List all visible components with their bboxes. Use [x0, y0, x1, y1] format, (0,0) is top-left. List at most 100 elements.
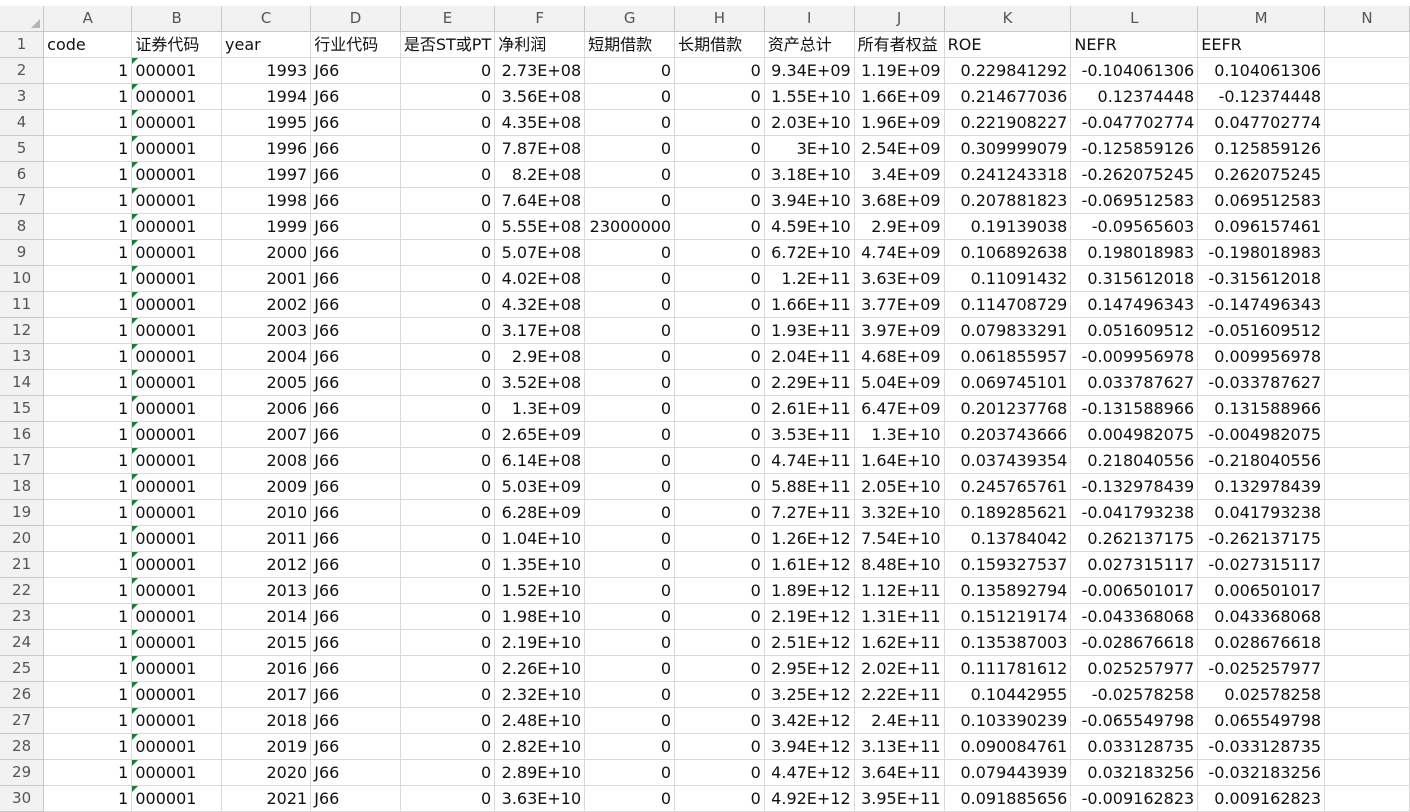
- cell[interactable]: 1996: [221, 135, 312, 162]
- cell[interactable]: 1: [43, 603, 133, 630]
- cell[interactable]: 3.42E+12: [764, 707, 855, 734]
- cell[interactable]: 7.27E+11: [764, 499, 855, 526]
- cell[interactable]: 0.033787627: [1070, 369, 1199, 396]
- cell[interactable]: 0.262137175: [1070, 525, 1199, 552]
- cell[interactable]: [1324, 707, 1410, 734]
- cell[interactable]: 1: [43, 785, 133, 812]
- cell[interactable]: 0.114708729: [944, 291, 1072, 318]
- cell[interactable]: 0.091885656: [944, 785, 1072, 812]
- cell[interactable]: 2.26E+10: [494, 655, 586, 682]
- cell[interactable]: 0: [674, 473, 765, 500]
- cell[interactable]: EEFR: [1197, 31, 1326, 58]
- cell[interactable]: 0.069745101: [944, 369, 1072, 396]
- cell[interactable]: 000001: [131, 551, 222, 578]
- cell[interactable]: 2.89E+10: [494, 759, 586, 786]
- cell[interactable]: 3.56E+08: [494, 83, 586, 110]
- row-header[interactable]: 29: [0, 759, 45, 786]
- cell[interactable]: 0: [674, 707, 765, 734]
- cell[interactable]: -0.218040556: [1197, 447, 1326, 474]
- cell[interactable]: 0: [400, 733, 496, 760]
- cell[interactable]: 000001: [131, 369, 222, 396]
- cell[interactable]: -0.315612018: [1197, 265, 1326, 292]
- cell[interactable]: 0: [674, 785, 765, 812]
- cell[interactable]: 0.203743666: [944, 421, 1072, 448]
- cell[interactable]: J66: [310, 785, 401, 812]
- cell[interactable]: 1: [43, 525, 133, 552]
- cell[interactable]: 1.66E+11: [764, 291, 855, 318]
- cell[interactable]: J66: [310, 603, 401, 630]
- cell[interactable]: 0: [400, 499, 496, 526]
- cell[interactable]: 1999: [221, 213, 312, 240]
- row-header[interactable]: 13: [0, 343, 45, 370]
- cell[interactable]: 0.103390239: [944, 707, 1072, 734]
- cell[interactable]: 1: [43, 187, 133, 214]
- cell[interactable]: 000001: [131, 265, 222, 292]
- cell[interactable]: 0: [400, 447, 496, 474]
- cell[interactable]: [1324, 421, 1410, 448]
- cell[interactable]: 5.03E+09: [494, 473, 586, 500]
- cell[interactable]: 000001: [131, 577, 222, 604]
- cell[interactable]: 2.73E+08: [494, 57, 586, 84]
- cell[interactable]: 2.9E+08: [494, 343, 586, 370]
- cell[interactable]: 2.19E+10: [494, 629, 586, 656]
- cell[interactable]: -0.262075245: [1070, 161, 1199, 188]
- row-header[interactable]: 21: [0, 551, 45, 578]
- cell[interactable]: 2014: [221, 603, 312, 630]
- cell[interactable]: 0.315612018: [1070, 265, 1199, 292]
- cell[interactable]: 0: [400, 655, 496, 682]
- cell[interactable]: 1: [43, 629, 133, 656]
- cell[interactable]: 0: [584, 603, 676, 630]
- cell[interactable]: J66: [310, 551, 401, 578]
- cell[interactable]: J66: [310, 343, 401, 370]
- cell[interactable]: 000001: [131, 603, 222, 630]
- cell[interactable]: 1: [43, 265, 133, 292]
- cell[interactable]: 长期借款: [674, 31, 765, 58]
- cell[interactable]: 0: [400, 57, 496, 84]
- cell[interactable]: 1.93E+11: [764, 317, 855, 344]
- cell[interactable]: 0.10442955: [944, 681, 1072, 708]
- cell[interactable]: 0: [674, 421, 765, 448]
- cell[interactable]: 8.2E+08: [494, 161, 586, 188]
- cell[interactable]: 1.96E+09: [854, 109, 945, 136]
- cell[interactable]: 2018: [221, 707, 312, 734]
- cell[interactable]: 1.62E+11: [854, 629, 945, 656]
- cell[interactable]: 0: [400, 109, 496, 136]
- cell[interactable]: 2004: [221, 343, 312, 370]
- cell[interactable]: 1.64E+10: [854, 447, 945, 474]
- cell[interactable]: 0: [400, 395, 496, 422]
- cell[interactable]: 1: [43, 213, 133, 240]
- cell[interactable]: [1324, 317, 1410, 344]
- cell[interactable]: 2.03E+10: [764, 109, 855, 136]
- row-header[interactable]: 19: [0, 499, 45, 526]
- cell[interactable]: 000001: [131, 317, 222, 344]
- row-header[interactable]: 27: [0, 707, 45, 734]
- cell[interactable]: 0.221908227: [944, 109, 1072, 136]
- cell[interactable]: -0.131588966: [1070, 395, 1199, 422]
- cell[interactable]: 0: [674, 681, 765, 708]
- cell[interactable]: 000001: [131, 629, 222, 656]
- cell[interactable]: [1324, 629, 1410, 656]
- cell[interactable]: 2.32E+10: [494, 681, 586, 708]
- column-header[interactable]: F: [494, 6, 586, 32]
- row-header[interactable]: 17: [0, 447, 45, 474]
- cell[interactable]: 0: [674, 317, 765, 344]
- cell[interactable]: 0: [674, 603, 765, 630]
- cell[interactable]: 1.3E+09: [494, 395, 586, 422]
- cell[interactable]: 1.61E+12: [764, 551, 855, 578]
- cell[interactable]: 0.009956978: [1197, 343, 1326, 370]
- cell[interactable]: 2.61E+11: [764, 395, 855, 422]
- cell[interactable]: 0: [674, 395, 765, 422]
- cell[interactable]: J66: [310, 759, 401, 786]
- cell[interactable]: 000001: [131, 759, 222, 786]
- cell[interactable]: [1324, 369, 1410, 396]
- cell[interactable]: 1.12E+11: [854, 577, 945, 604]
- cell[interactable]: 0: [674, 291, 765, 318]
- cell[interactable]: 0: [400, 187, 496, 214]
- cell[interactable]: [1324, 499, 1410, 526]
- cell[interactable]: 0.027315117: [1070, 551, 1199, 578]
- cell[interactable]: 2010: [221, 499, 312, 526]
- cell[interactable]: J66: [310, 265, 401, 292]
- cell[interactable]: 3.68E+09: [854, 187, 945, 214]
- cell[interactable]: 2005: [221, 369, 312, 396]
- row-header[interactable]: 7: [0, 187, 45, 214]
